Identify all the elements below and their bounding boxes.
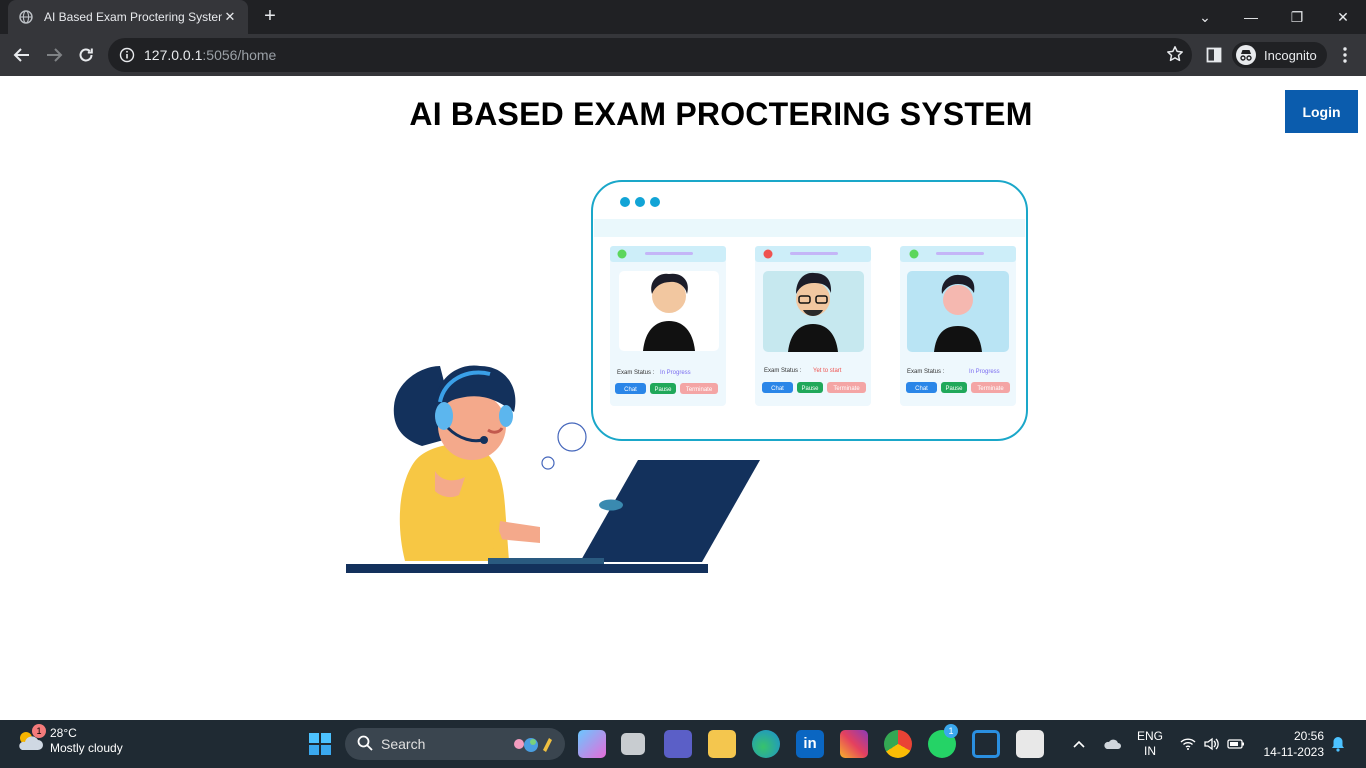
support-agent-figure (393, 365, 540, 561)
language-indicator[interactable]: ENG IN (1134, 720, 1166, 768)
card-3-status-value: In Progress (969, 369, 1000, 375)
teams-icon[interactable] (664, 730, 692, 758)
vscode-icon[interactable] (972, 730, 1000, 758)
copilot-icon[interactable] (578, 730, 606, 758)
search-label: Search (381, 736, 426, 752)
language-line-2: IN (1144, 744, 1156, 758)
windows-taskbar: 1 28°C Mostly cloudy Search in 1 ENG IN (0, 720, 1366, 768)
card-1-chat-label: Chat (624, 387, 637, 393)
new-tab-button[interactable]: + (258, 6, 282, 28)
chrome-icon[interactable] (884, 730, 912, 758)
tray-overflow-icon[interactable] (1068, 720, 1090, 768)
card-1-status-value: In Progress (660, 370, 691, 376)
browser-tabstrip: AI Based Exam Proctering System ✕ + ⌄ — … (0, 0, 1366, 34)
card-3-terminate-label: Terminate (977, 386, 1004, 392)
forward-icon[interactable] (42, 43, 66, 67)
language-line-1: ENG (1136, 729, 1163, 743)
notification-bell-icon[interactable] (1328, 720, 1348, 768)
card-2-terminate-label: Terminate (833, 386, 860, 392)
instagram-icon[interactable] (840, 730, 868, 758)
card-3-status-label: Exam Status : (907, 369, 945, 375)
battery-icon[interactable] (1226, 720, 1246, 768)
reload-icon[interactable] (74, 43, 98, 67)
page-content: AI BASED EXAM PROCTERING SYSTEM Login Ex… (0, 76, 1366, 720)
page-title: AI BASED EXAM PROCTERING SYSTEM (409, 96, 1033, 132)
card-2-status-label: Exam Status : (764, 368, 802, 374)
bookmark-star-icon[interactable] (1166, 45, 1184, 68)
thought-bubble-small (541, 456, 555, 470)
edge-browser-icon[interactable] (752, 730, 780, 758)
snipping-tool-icon[interactable] (1016, 730, 1044, 758)
windows-start-icon[interactable] (308, 732, 332, 756)
card-1-terminate-label: Terminate (686, 387, 713, 393)
linkedin-icon[interactable]: in (796, 730, 824, 758)
incognito-profile[interactable]: Incognito (1232, 42, 1327, 68)
url-host: 127.0.0.1 (144, 47, 203, 63)
tab-close-icon[interactable]: ✕ (222, 9, 238, 25)
weather-description: Mostly cloudy (50, 741, 123, 755)
login-button[interactable]: Login (1285, 90, 1358, 133)
back-icon[interactable] (10, 43, 34, 67)
onedrive-icon[interactable] (1100, 720, 1124, 768)
search-icon (357, 735, 373, 754)
whatsapp-icon[interactable]: 1 (928, 724, 958, 758)
browser-tab[interactable]: AI Based Exam Proctering System ✕ (8, 0, 248, 34)
card-2-pause-label: Pause (801, 386, 819, 392)
card-2-status-value: Yet to start (813, 368, 842, 374)
address-bar[interactable]: 127.0.0.1:5056/home (108, 38, 1192, 72)
minimize-button[interactable]: — (1228, 0, 1274, 34)
tab-title: AI Based Exam Proctering System (44, 10, 222, 24)
clock-date: 14-11-2023 (1263, 745, 1325, 759)
cloud-sun-icon: 1 (14, 724, 46, 756)
incognito-icon (1236, 45, 1256, 65)
menu-kebab-icon[interactable] (1333, 43, 1357, 67)
weather-badge: 1 (32, 724, 46, 738)
task-view-icon[interactable] (621, 733, 645, 755)
weather-widget[interactable]: 1 28°C Mostly cloudy (14, 724, 123, 756)
card-3-chat-label: Chat (915, 386, 928, 392)
profile-label: Incognito (1264, 47, 1317, 63)
card-1-status-label: Exam Status : (617, 370, 655, 376)
hero-illustration: Exam Status : In Progress Chat Pause Ter… (346, 180, 1028, 573)
close-window-button[interactable]: ✕ (1320, 0, 1366, 34)
card-2-chat-label: Chat (771, 386, 784, 392)
file-explorer-icon[interactable] (708, 730, 736, 758)
thought-bubble-large (557, 422, 587, 452)
url-path: :5056/home (202, 47, 277, 63)
tab-search-icon[interactable]: ⌄ (1182, 0, 1228, 34)
status-dot (909, 249, 919, 259)
side-panel-icon[interactable] (1202, 43, 1226, 67)
search-highlight-icon (511, 735, 555, 756)
taskbar-search[interactable]: Search (345, 728, 565, 760)
site-info-icon[interactable] (118, 46, 136, 64)
card-3-pause-label: Pause (945, 386, 963, 392)
globe-icon (18, 9, 34, 25)
maximize-button[interactable]: ❐ (1274, 0, 1320, 34)
browser-toolbar: 127.0.0.1:5056/home Incognito (0, 34, 1366, 76)
system-clock[interactable]: 20:56 14-11-2023 (1258, 728, 1325, 760)
whatsapp-badge: 1 (944, 724, 958, 738)
status-dot (763, 249, 773, 259)
volume-icon[interactable] (1202, 720, 1222, 768)
card-1-pause-label: Pause (654, 387, 672, 393)
participant-card-1 (610, 246, 726, 406)
wifi-icon[interactable] (1178, 720, 1198, 768)
status-dot (617, 249, 627, 259)
clock-time: 20:56 (1293, 729, 1324, 743)
temperature: 28°C (50, 726, 77, 740)
